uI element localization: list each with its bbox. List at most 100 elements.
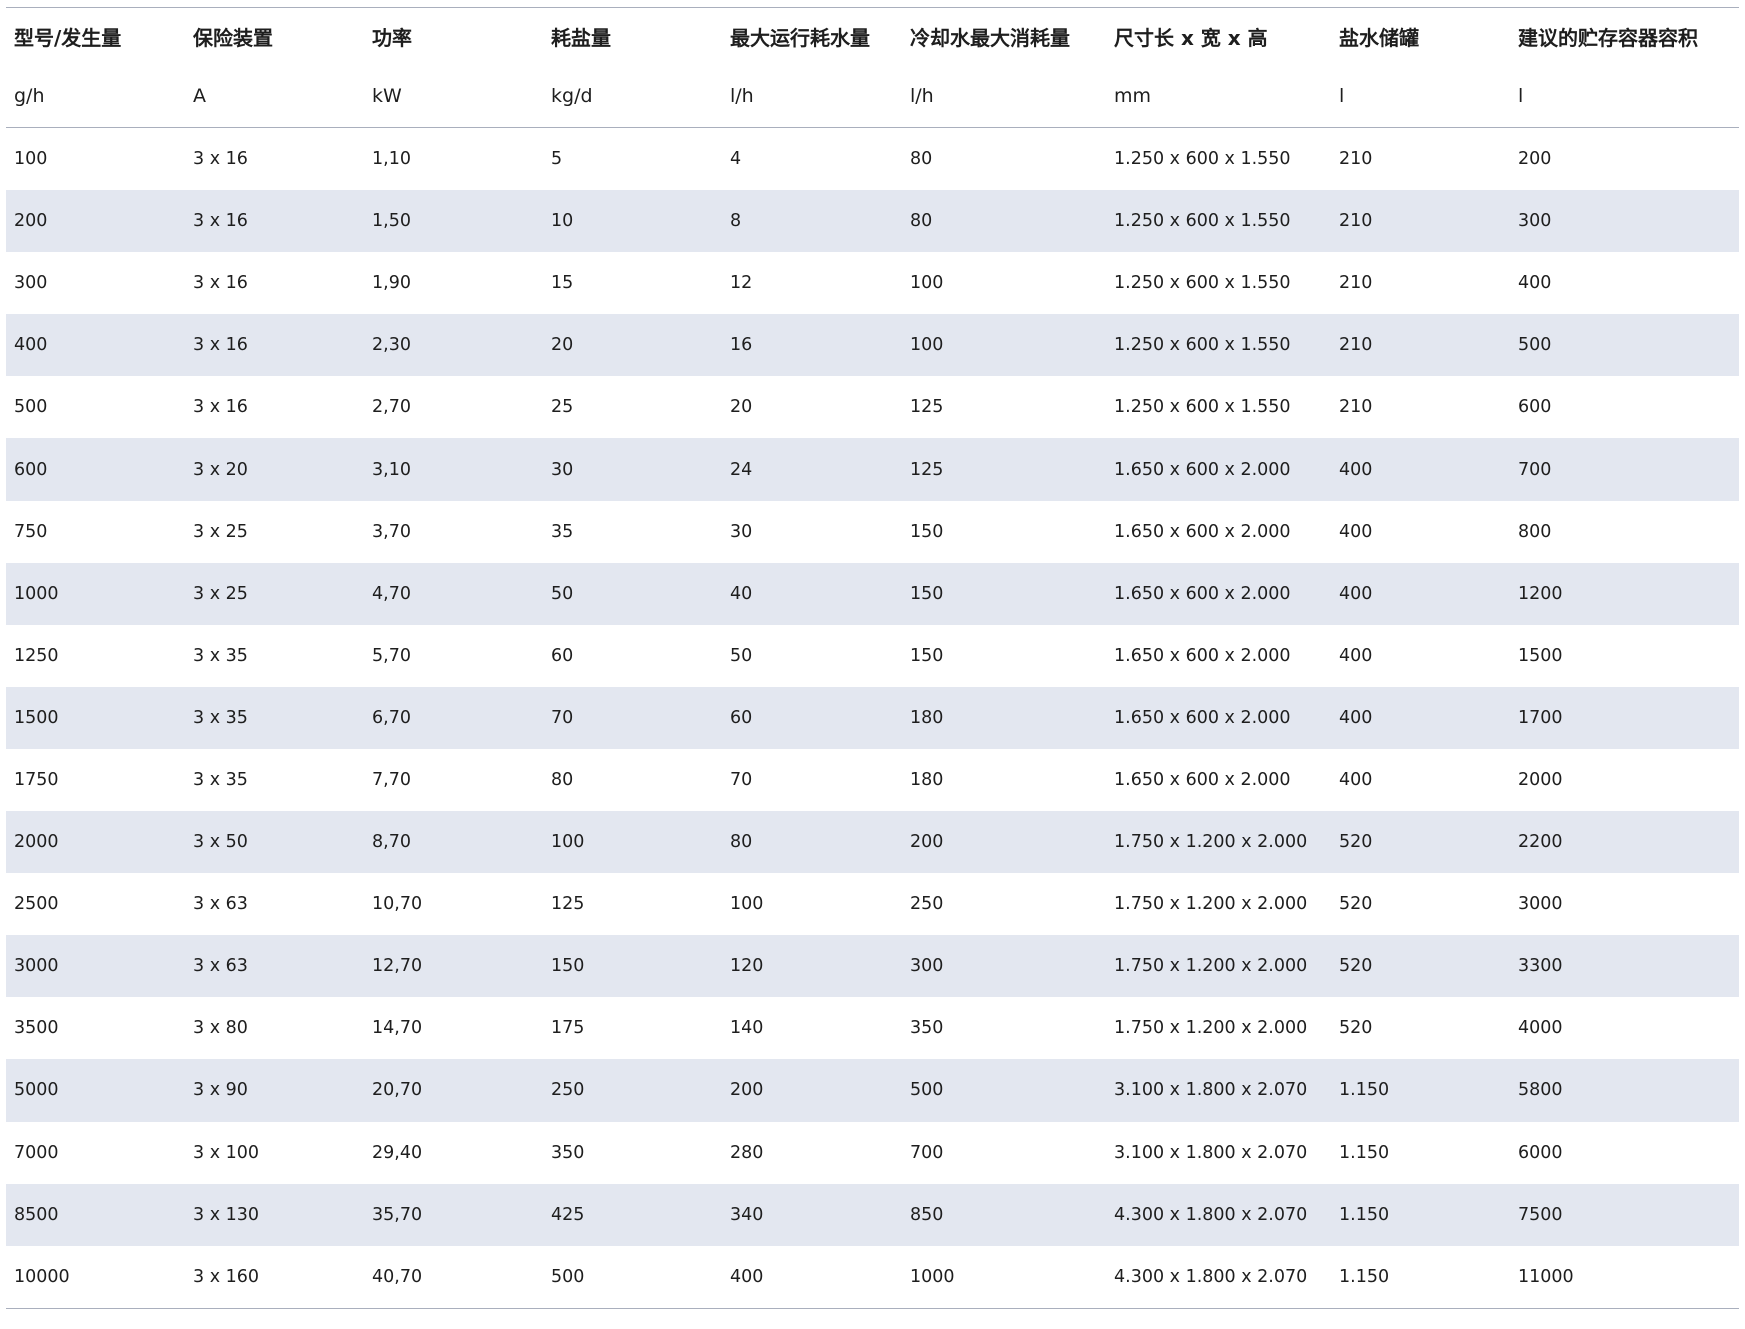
table-cell-dimensions: 4.300 x 1.800 x 2.070 [1114, 1266, 1308, 1287]
table-cell-fuse: 3 x 80 [193, 1018, 248, 1039]
table-cell-max-water-consumption: 60 [730, 707, 753, 728]
table-cell-brine-tank: 520 [1339, 1018, 1373, 1039]
column-unit-model-output: g/h [6, 65, 185, 128]
table-cell-dimensions: 1.750 x 1.200 x 2.000 [1114, 1018, 1308, 1039]
column-header-salt-consumption: 耗盐量 [551, 26, 611, 50]
table-row: 2500 3 x 63 10,70 125 100 250 1.750 x 1.200 x … [6, 873, 1739, 935]
table-cell-storage-volume: 400 [1518, 273, 1552, 294]
table-cell-model-output: 5000 [14, 1080, 59, 1101]
table-cell-max-water-consumption: 120 [730, 956, 764, 977]
table-cell-max-cooling-water: 125 [910, 397, 944, 418]
table-row: 10000 3 x 160 40,70 500 400 1000 4.300 x 1.800… [6, 1246, 1739, 1309]
table-cell-storage-volume: 1700 [1518, 707, 1563, 728]
column-unit-max-water-consumption: l/h [722, 65, 902, 128]
table-cell-max-water-consumption: 24 [730, 459, 753, 480]
table-cell-salt-consumption: 350 [551, 1142, 585, 1163]
column-header-max-water-consumption: 最大运行耗水量 [730, 26, 870, 50]
unit-row: g/h AkW kg/d l/h l/h mm l l [6, 65, 1739, 128]
table-cell-dimensions: 3.100 x 1.800 x 2.070 [1114, 1142, 1308, 1163]
table-cell-model-output: 100 [14, 149, 48, 170]
table-cell-power: 5,70 [372, 645, 411, 666]
table-cell-storage-volume: 300 [1518, 211, 1552, 232]
header-row: 型号/发生量 保险装置 功率 耗盐量 最大运行耗水量 冷却水最大消耗量 尺寸长 x 宽 x … [6, 8, 1739, 66]
table-cell-max-cooling-water: 80 [910, 149, 933, 170]
table-cell-salt-consumption: 35 [551, 521, 574, 542]
table-cell-fuse: 3 x 20 [193, 459, 248, 480]
table-cell-brine-tank: 520 [1339, 956, 1373, 977]
table-cell-fuse: 3 x 130 [193, 1204, 260, 1225]
table-cell-max-cooling-water: 80 [910, 211, 933, 232]
table-cell-max-water-consumption: 30 [730, 521, 753, 542]
table-cell-fuse: 3 x 16 [193, 149, 248, 170]
table-row: 1750 3 x 35 7,70 80 70 180 1.650 x 600 x 2.000… [6, 749, 1739, 811]
table-row: 7000 3 x 100 29,40 350 280 700 3.100 x 1.800 x… [6, 1122, 1739, 1184]
table-cell-power: 7,70 [372, 769, 411, 790]
table-row: 8500 3 x 130 35,70 425 340 850 4.300 x 1.800 x… [6, 1183, 1739, 1246]
table-cell-brine-tank: 210 [1339, 335, 1373, 356]
table-cell-storage-volume: 4000 [1518, 1018, 1563, 1039]
table-cell-salt-consumption: 60 [551, 645, 574, 666]
table-cell-dimensions: 3.100 x 1.800 x 2.070 [1114, 1080, 1308, 1101]
table-cell-brine-tank: 400 [1339, 707, 1373, 728]
table-cell-max-water-consumption: 80 [730, 832, 753, 853]
table-row: 3500 3 x 80 14,70 175 140 350 1.750 x 1.200 x … [6, 997, 1739, 1059]
table-cell-power: 6,70 [372, 707, 411, 728]
table-row: 1000 3 x 25 4,70 50 40 150 1.650 x 600 x 2.000… [6, 562, 1739, 625]
table-cell-max-water-consumption: 280 [730, 1142, 764, 1163]
table-cell-storage-volume: 1500 [1518, 645, 1563, 666]
table-cell-fuse: 3 x 160 [193, 1266, 260, 1287]
table-cell-fuse: 3 x 63 [193, 956, 248, 977]
table-row: 100 3 x 16 1,10 5 4 80 1.250 x 600 x 1.550 210 2… [6, 128, 1739, 191]
table-cell-dimensions: 1.250 x 600 x 1.550 [1114, 335, 1291, 356]
column-header-max-cooling-water: 冷却水最大消耗量 [910, 26, 1070, 50]
table-cell-salt-consumption: 20 [551, 335, 574, 356]
column-header-power: 功率 [372, 26, 412, 50]
table-cell-fuse: 3 x 25 [193, 583, 248, 604]
table-cell-dimensions: 1.250 x 600 x 1.550 [1114, 273, 1291, 294]
table-cell-dimensions: 1.650 x 600 x 2.000 [1114, 645, 1291, 666]
spec-table: 型号/发生量 保险装置 功率 耗盐量 最大运行耗水量 冷却水最大消耗量 尺寸长 x 宽 x … [6, 7, 1739, 1309]
table-cell-storage-volume: 200 [1518, 149, 1552, 170]
table-cell-dimensions: 1.250 x 600 x 1.550 [1114, 211, 1291, 232]
table-cell-model-output: 1250 [14, 645, 59, 666]
table-cell-max-cooling-water: 150 [910, 521, 944, 542]
table-cell-model-output: 200 [14, 211, 48, 232]
table-cell-salt-consumption: 70 [551, 707, 574, 728]
table-cell-fuse: 3 x 90 [193, 1080, 248, 1101]
table-cell-brine-tank: 520 [1339, 832, 1373, 853]
table-cell-fuse: 3 x 35 [193, 769, 248, 790]
table-cell-fuse: 3 x 16 [193, 397, 248, 418]
table-cell-max-water-consumption: 4 [730, 149, 742, 170]
table-cell-brine-tank: 210 [1339, 273, 1373, 294]
table-cell-model-output: 1000 [14, 583, 59, 604]
table-cell-salt-consumption: 500 [551, 1266, 585, 1287]
table-cell-max-cooling-water: 300 [910, 956, 944, 977]
table-cell-max-water-consumption: 8 [730, 211, 742, 232]
table-cell-fuse: 3 x 50 [193, 832, 248, 853]
table-cell-dimensions: 4.300 x 1.800 x 2.070 [1114, 1204, 1308, 1225]
column-header-brine-tank: 盐水储罐 [1339, 26, 1419, 50]
table-cell-max-cooling-water: 850 [910, 1204, 944, 1225]
table-cell-max-cooling-water: 1000 [910, 1266, 955, 1287]
table-cell-dimensions: 1.750 x 1.200 x 2.000 [1114, 832, 1308, 853]
table-cell-max-water-consumption: 40 [730, 583, 753, 604]
table-cell-salt-consumption: 250 [551, 1080, 585, 1101]
table-cell-max-water-consumption: 100 [730, 894, 764, 915]
column-header-storage-volume: 建议的贮存容器容积 [1518, 26, 1698, 50]
table-cell-power: 8,70 [372, 832, 411, 853]
table-cell-power: 2,30 [372, 335, 411, 356]
table-row: 500 3 x 16 2,70 25 20 125 1.250 x 600 x 1.550 2… [6, 376, 1739, 438]
table-row: 2000 3 x 50 8,70 100 80 200 1.750 x 1.200 x 2.… [6, 811, 1739, 874]
table-cell-dimensions: 1.250 x 600 x 1.550 [1114, 397, 1291, 418]
table-cell-max-water-consumption: 50 [730, 645, 753, 666]
table-cell-dimensions: 1.250 x 600 x 1.550 [1114, 149, 1291, 170]
table-cell-max-cooling-water: 500 [910, 1080, 944, 1101]
table-cell-fuse: 3 x 16 [193, 273, 248, 294]
table-cell-dimensions: 1.650 x 600 x 2.000 [1114, 521, 1291, 542]
table-cell-storage-volume: 800 [1518, 521, 1552, 542]
column-unit-salt-consumption: kg/d [543, 65, 722, 128]
table-cell-storage-volume: 600 [1518, 397, 1552, 418]
column-unit-max-cooling-water: l/h [902, 65, 1106, 128]
table-cell-model-output: 3500 [14, 1018, 59, 1039]
table-cell-max-water-consumption: 20 [730, 397, 753, 418]
